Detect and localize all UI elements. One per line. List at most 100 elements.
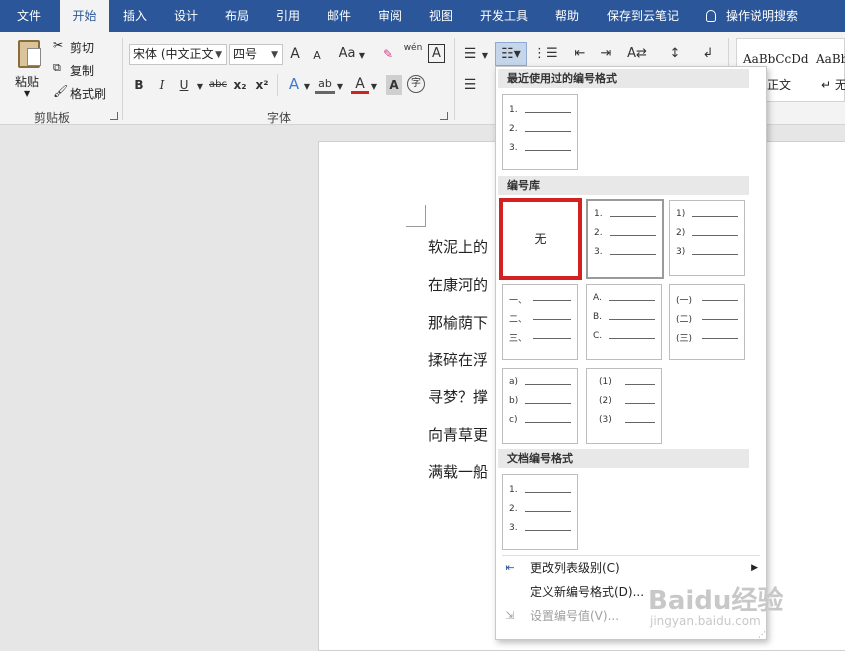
tab-help[interactable]: 帮助 xyxy=(547,0,587,32)
tab-view[interactable]: 视图 xyxy=(419,0,463,32)
increase-indent-icon[interactable]: ⇥ xyxy=(596,44,616,64)
numbering-full-paren[interactable]: (1) (2) (3) xyxy=(586,368,662,444)
change-list-level-label: 更改列表级别(C) xyxy=(530,561,620,575)
tab-references[interactable]: 引用 xyxy=(266,0,310,32)
font-size-combo[interactable]: 四号 ▼ xyxy=(229,44,283,65)
tab-mailings[interactable]: 邮件 xyxy=(317,0,361,32)
clipboard-launcher-icon[interactable] xyxy=(110,112,118,120)
tab-save-cloud[interactable]: 保存到云笔记 xyxy=(598,0,688,32)
tab-home[interactable]: 开始 xyxy=(60,0,109,32)
tab-design[interactable]: 设计 xyxy=(164,0,208,32)
list-number: 3. xyxy=(509,143,518,153)
paste-dropdown-icon[interactable]: ▼ xyxy=(24,89,30,98)
change-list-level-item[interactable]: ⇤ 更改列表级别(C) ▶ xyxy=(496,556,766,580)
list-line xyxy=(525,384,571,385)
chevron-down-icon[interactable]: ▼ xyxy=(369,77,379,97)
style-normal-name: 正文 xyxy=(767,78,792,92)
paragraph[interactable]: 满载一船 xyxy=(428,461,488,482)
tab-developer[interactable]: 开发工具 xyxy=(472,0,536,32)
list-line xyxy=(702,300,738,301)
paragraph[interactable]: 软泥上的 xyxy=(428,236,488,257)
recent-numbering-format[interactable]: 1. 2. 3. xyxy=(502,94,578,170)
numbering-none-option[interactable]: 无 xyxy=(499,198,582,280)
list-number: 2. xyxy=(594,228,603,238)
text-effects-button[interactable]: A xyxy=(285,74,303,94)
paragraph[interactable]: 寻梦？撑 xyxy=(428,386,488,407)
phonetic-guide-button[interactable]: wén xyxy=(402,42,424,62)
char-shading-button[interactable]: A xyxy=(386,75,402,95)
tell-me-label: 操作说明搜索 xyxy=(726,9,799,23)
list-line xyxy=(610,235,656,236)
highlight-button[interactable]: ab xyxy=(315,74,335,94)
chevron-down-icon[interactable]: ▼ xyxy=(195,77,205,97)
list-number: B. xyxy=(593,312,603,322)
numbering-chinese-paren[interactable]: (一) (二) (三) xyxy=(669,284,745,360)
grow-font-button[interactable]: A xyxy=(287,44,303,64)
format-painter-button[interactable]: 格式刷 xyxy=(70,85,106,102)
numbering-upper-letter[interactable]: A. B. C. xyxy=(586,284,662,360)
tab-review[interactable]: 审阅 xyxy=(368,0,412,32)
cut-button[interactable]: 剪切 xyxy=(70,39,94,56)
align-left-icon[interactable]: ☰ xyxy=(462,75,478,95)
chevron-down-icon[interactable]: ▼ xyxy=(302,77,312,97)
bullets-icon[interactable]: ☰ xyxy=(462,44,478,64)
paste-button[interactable]: 粘贴 xyxy=(15,73,39,90)
superscript-button[interactable]: x² xyxy=(254,75,270,95)
set-numbering-value-label: 设置编号值(V)... xyxy=(530,609,620,623)
tab-file[interactable]: 文件 xyxy=(0,0,58,32)
enclose-char-button[interactable]: 字 xyxy=(407,75,425,93)
sort-icon[interactable]: ↕ xyxy=(666,44,684,64)
paragraph[interactable]: 那榆荫下 xyxy=(428,312,488,333)
strikethrough-button[interactable]: abc xyxy=(207,75,229,95)
list-number: c) xyxy=(509,415,518,425)
list-line xyxy=(692,235,738,236)
list-line xyxy=(625,422,655,423)
list-number: (3) xyxy=(599,415,612,425)
numbering-button[interactable]: ☷▾ xyxy=(495,42,527,66)
paragraph[interactable]: 揉碎在浮 xyxy=(428,349,488,370)
italic-button[interactable]: I xyxy=(154,75,170,95)
subscript-button[interactable]: x₂ xyxy=(232,75,248,95)
copy-button[interactable]: 复制 xyxy=(70,62,94,79)
text-direction-icon[interactable]: A⇄ xyxy=(626,44,648,64)
font-launcher-icon[interactable] xyxy=(440,112,448,120)
copy-icon: ⧉ xyxy=(53,61,61,74)
chevron-down-icon[interactable]: ▼ xyxy=(480,46,490,66)
numbering-chinese[interactable]: 一、 二、 三、 xyxy=(502,284,578,360)
paragraph[interactable]: 向青草更 xyxy=(428,424,488,445)
chevron-down-icon[interactable]: ▼ xyxy=(335,77,345,97)
list-number: 1. xyxy=(509,485,518,495)
paragraph[interactable]: 在康河的 xyxy=(428,274,488,295)
watermark-url: jingyan.baidu.com xyxy=(650,614,761,628)
tell-me-search[interactable]: 操作说明搜索 xyxy=(706,0,798,32)
numbering-arabic-dot[interactable]: 1. 2. 3. xyxy=(586,199,664,279)
font-name-combo[interactable]: 宋体 (中文正文 ▼ xyxy=(129,44,227,65)
list-number: 3. xyxy=(594,247,603,257)
tab-layout[interactable]: 布局 xyxy=(215,0,259,32)
style-nospacing-preview[interactable]: AaBb xyxy=(816,52,845,66)
change-case-button[interactable]: Aa xyxy=(337,44,357,64)
list-line xyxy=(533,338,571,339)
list-number: 1) xyxy=(676,209,686,219)
none-label: 无 xyxy=(534,232,547,246)
numbering-lower-letter[interactable]: a) b) c) xyxy=(502,368,578,444)
bold-button[interactable]: B xyxy=(131,75,147,95)
watermark-logo: Baidu经验 xyxy=(648,586,784,616)
style-normal-preview[interactable]: AaBbCcDd xyxy=(743,52,809,66)
char-border-button[interactable]: A xyxy=(428,44,445,63)
tab-insert[interactable]: 插入 xyxy=(113,0,157,32)
show-marks-icon[interactable]: ↲ xyxy=(700,44,716,64)
underline-button[interactable]: U xyxy=(176,75,192,95)
clear-format-icon[interactable]: ✎ xyxy=(380,44,396,64)
resize-grip-icon[interactable]: ⋰ xyxy=(758,630,766,639)
multilevel-list-icon[interactable]: ⋮☰ xyxy=(533,44,558,64)
chevron-down-icon[interactable]: ▼ xyxy=(357,46,367,66)
ribbon-tab-bar: 文件 开始 插入 设计 布局 引用 邮件 审阅 视图 开发工具 帮助 保存到云笔… xyxy=(0,0,845,32)
font-color-button[interactable]: A xyxy=(351,74,369,94)
decrease-indent-icon[interactable]: ⇤ xyxy=(570,44,590,64)
document-numbering-format[interactable]: 1. 2. 3. xyxy=(502,474,578,550)
list-line xyxy=(702,338,738,339)
shrink-font-button[interactable]: A xyxy=(310,46,324,66)
list-number: C. xyxy=(593,331,603,341)
numbering-arabic-paren[interactable]: 1) 2) 3) xyxy=(669,200,745,276)
